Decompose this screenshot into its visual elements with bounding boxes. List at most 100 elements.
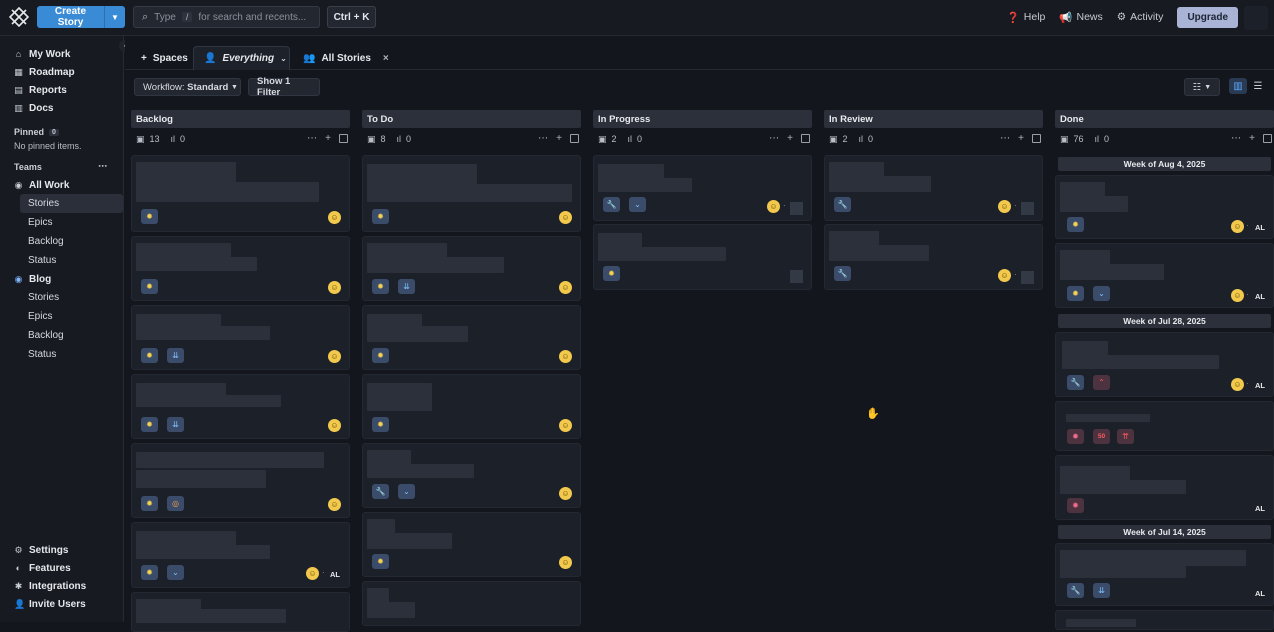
sidebar-item-docs[interactable]: ▥ Docs — [0, 99, 123, 117]
story-card[interactable] — [362, 581, 581, 626]
sidebar-item-backlog[interactable]: Backlog — [20, 326, 123, 345]
more-icon[interactable]: ⋯ — [1000, 133, 1010, 144]
story-card[interactable]: ✹ ☺ — [131, 236, 350, 301]
owner-avatar-icon[interactable]: ☺ — [767, 200, 780, 213]
workflow-select[interactable]: Workflow: Standard ▼ — [134, 78, 241, 96]
plus-icon[interactable]: + — [556, 133, 562, 144]
column-header[interactable]: In Progress — [593, 110, 812, 128]
activity-link[interactable]: ⚙ Activity — [1117, 11, 1164, 23]
sidebar-item-integrations[interactable]: ✱ Integrations — [0, 577, 124, 595]
select-checkbox[interactable] — [1263, 134, 1272, 143]
plus-icon[interactable]: + — [1018, 133, 1024, 144]
owner-avatar-icon[interactable]: ☺ — [559, 281, 572, 294]
plus-icon[interactable]: + — [787, 133, 793, 144]
sidebar-item-epics[interactable]: Epics — [20, 213, 123, 232]
show-filter-button[interactable]: Show 1 Filter — [248, 76, 320, 98]
close-icon[interactable]: × — [383, 53, 389, 64]
sidebar-item-my-work[interactable]: ⌂ My Work — [0, 45, 123, 63]
sidebar-item-roadmap[interactable]: ▦ Roadmap — [0, 63, 123, 81]
story-card[interactable]: ✹ ☺ — [131, 155, 350, 232]
owner-avatar-icon[interactable]: ☺ — [328, 281, 341, 294]
chevron-down-icon[interactable]: ▼ — [105, 13, 125, 22]
upgrade-button[interactable]: Upgrade — [1177, 6, 1238, 28]
story-card[interactable]: ✹ AL — [1055, 455, 1274, 520]
shortcut-button[interactable]: Ctrl + K — [327, 6, 376, 28]
story-card[interactable]: ✹ ⇊ ☺ — [131, 305, 350, 370]
column-header[interactable]: Done — [1055, 110, 1274, 128]
story-card[interactable]: 🔧 ☺ · — [824, 155, 1043, 221]
board-view-button[interactable]: ▥ — [1229, 78, 1247, 94]
tab-everything[interactable]: 👤 Everything ⌄ — [193, 46, 290, 70]
tab-spaces[interactable]: + Spaces — [141, 46, 188, 70]
select-checkbox[interactable] — [570, 134, 579, 143]
team-blog[interactable]: ◉ Blog — [0, 270, 123, 288]
owner-avatar-icon[interactable]: ☺ — [559, 556, 572, 569]
more-icon[interactable]: ⋯ — [1231, 133, 1241, 144]
story-card[interactable]: ✹ ☺ · AL — [1055, 175, 1274, 239]
owner-avatar-icon[interactable]: ☺ — [328, 211, 341, 224]
help-link[interactable]: ❓ Help — [1007, 11, 1046, 24]
owner-avatar-icon[interactable]: ☺ — [328, 350, 341, 363]
owner-avatar-icon[interactable]: ☺ — [328, 498, 341, 511]
owner-avatar-icon[interactable]: ☺ — [559, 350, 572, 363]
tab-all-stories[interactable]: 👥 All Stories × — [303, 46, 389, 70]
avatar[interactable] — [1244, 6, 1268, 30]
create-story-button[interactable]: Create Story ▼ — [37, 6, 125, 28]
owner-avatar-icon[interactable]: ☺ — [559, 487, 572, 500]
news-link[interactable]: 📢 News — [1059, 11, 1102, 24]
story-card[interactable]: 🔧 ⌄ ☺ · — [593, 155, 812, 221]
owner-avatar-icon[interactable]: ☺ — [559, 419, 572, 432]
more-icon[interactable]: ⋯ — [98, 161, 107, 172]
sidebar-item-status[interactable]: Status — [20, 345, 123, 364]
plus-icon[interactable]: + — [325, 133, 331, 144]
sidebar-item-features[interactable]: ◐ Features — [0, 559, 124, 577]
story-card[interactable]: ✹ ☺ — [362, 305, 581, 370]
story-card[interactable]: ✹ ◎ ☺ — [131, 443, 350, 518]
week-group-header[interactable]: Week of Aug 4, 2025 — [1058, 157, 1271, 171]
team-all-work[interactable]: ◉ All Work — [0, 176, 123, 194]
more-icon[interactable]: ⋯ — [538, 133, 548, 144]
column-header[interactable]: In Review — [824, 110, 1043, 128]
more-icon[interactable]: ⋯ — [307, 133, 317, 144]
chevron-down-icon[interactable]: ⌄ — [280, 54, 287, 63]
select-checkbox[interactable] — [801, 134, 810, 143]
story-card[interactable]: ✹ ⇊ ☺ — [131, 374, 350, 439]
story-card[interactable]: 🔧 ⌄ ☺ — [362, 443, 581, 508]
story-card[interactable]: ✹ ☺ — [362, 374, 581, 439]
plus-icon[interactable]: + — [1249, 133, 1255, 144]
app-logo-icon[interactable] — [9, 7, 29, 27]
display-settings-button[interactable]: ☷ ▼ — [1184, 78, 1220, 96]
sidebar-item-epics[interactable]: Epics — [20, 307, 123, 326]
story-card[interactable]: 🔧 ⌃ ☺ · AL — [1055, 332, 1274, 397]
search-input[interactable]: ⌕ Type / for search and recents... — [133, 6, 320, 28]
owner-avatar-icon[interactable]: ☺ — [998, 200, 1011, 213]
story-card[interactable] — [1055, 610, 1274, 630]
sidebar-item-stories[interactable]: Stories — [20, 288, 123, 307]
story-card[interactable] — [131, 592, 350, 632]
story-card[interactable]: ✹ ⇊ ☺ — [362, 236, 581, 301]
owner-avatar-icon[interactable]: ☺ — [998, 269, 1011, 282]
more-icon[interactable]: ⋯ — [769, 133, 779, 144]
story-card[interactable]: ✹ ☺ — [362, 155, 581, 232]
story-card[interactable]: ✹ ⌄ ☺ · AL — [1055, 243, 1274, 308]
story-card[interactable]: ✹ ⌄ ☺ · AL — [131, 522, 350, 588]
week-group-header[interactable]: Week of Jul 28, 2025 — [1058, 314, 1271, 328]
story-card[interactable]: ✹ 50 ⇈ — [1055, 401, 1274, 451]
column-header[interactable]: To Do — [362, 110, 581, 128]
select-checkbox[interactable] — [1032, 134, 1041, 143]
story-card[interactable]: 🔧 ⇊ AL — [1055, 543, 1274, 606]
owner-avatar-icon[interactable]: ☺ — [559, 211, 572, 224]
sidebar-item-backlog[interactable]: Backlog — [20, 232, 123, 251]
owner-avatar-icon[interactable]: ☺ — [1231, 220, 1244, 233]
list-view-button[interactable]: ☰ — [1249, 78, 1267, 94]
week-group-header[interactable]: Week of Jul 14, 2025 — [1058, 525, 1271, 539]
sidebar-item-status[interactable]: Status — [20, 251, 123, 270]
story-card[interactable]: 🔧 ☺ · — [824, 224, 1043, 290]
owner-avatar-icon[interactable]: ☺ — [328, 419, 341, 432]
owner-avatar-icon[interactable]: ☺ — [306, 567, 319, 580]
story-card[interactable]: ✹ ☺ — [362, 512, 581, 577]
select-checkbox[interactable] — [339, 134, 348, 143]
owner-avatar-icon[interactable]: ☺ — [1231, 289, 1244, 302]
owner-avatar-icon[interactable]: ☺ — [1231, 378, 1244, 391]
sidebar-item-settings[interactable]: ⚙ Settings — [0, 541, 124, 559]
